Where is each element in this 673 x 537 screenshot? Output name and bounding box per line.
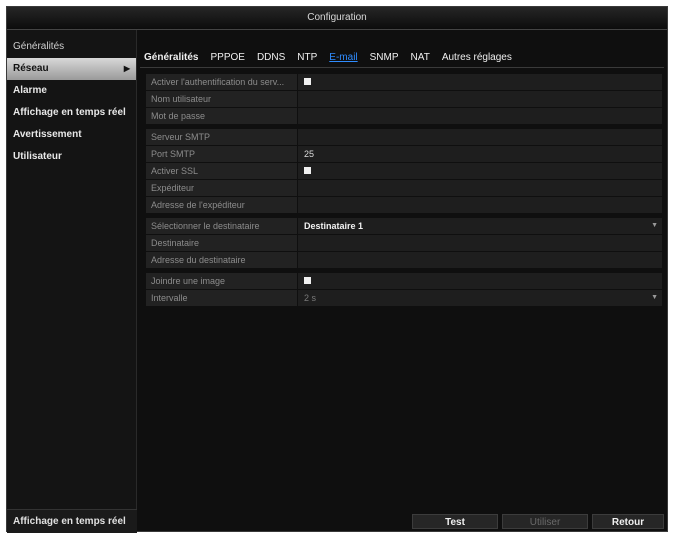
auth-field bbox=[298, 74, 662, 90]
password-label: Mot de passe bbox=[146, 108, 297, 124]
interval-value: 2 s bbox=[304, 293, 317, 303]
tab-pppoe[interactable]: PPPOE bbox=[204, 50, 250, 66]
smtp-port-label: Port SMTP bbox=[146, 146, 297, 162]
row-recipient: Destinataire bbox=[146, 235, 662, 251]
row-attach-image: Joindre une image bbox=[146, 273, 662, 289]
sender-address-label: Adresse de l'expéditeur bbox=[146, 197, 297, 213]
smtp-server-input[interactable] bbox=[298, 129, 662, 145]
tab-generalites[interactable]: Généralités bbox=[142, 50, 204, 66]
sender-label: Expéditeur bbox=[146, 180, 297, 196]
window-title: Configuration bbox=[7, 7, 667, 30]
tab-divider bbox=[140, 67, 664, 68]
row-recipient-address: Adresse du destinataire bbox=[146, 252, 662, 268]
row-smtp-port: Port SMTP 25 bbox=[146, 146, 662, 162]
button-bar: Test Utiliser Retour bbox=[138, 509, 667, 533]
ssl-checkbox[interactable] bbox=[304, 167, 311, 174]
row-sender-address: Adresse de l'expéditeur bbox=[146, 197, 662, 213]
recipient-address-label: Adresse du destinataire bbox=[146, 252, 297, 268]
back-button[interactable]: Retour bbox=[592, 514, 664, 529]
smtp-server-label: Serveur SMTP bbox=[146, 129, 297, 145]
dropdown-arrow-icon: ▼ bbox=[651, 222, 658, 229]
ssl-field bbox=[298, 163, 662, 179]
tab-ntp[interactable]: NTP bbox=[291, 50, 323, 66]
sidebar-item-utilisateur[interactable]: Utilisateur bbox=[7, 146, 136, 168]
password-input[interactable] bbox=[298, 108, 662, 124]
test-button[interactable]: Test bbox=[412, 514, 498, 529]
dropdown-arrow-icon: ▼ bbox=[651, 294, 658, 301]
username-label: Nom utilisateur bbox=[146, 91, 297, 107]
sidebar-item-alarme[interactable]: Alarme bbox=[7, 80, 136, 102]
sender-input[interactable] bbox=[298, 180, 662, 196]
row-auth: Activer l'authentification du serv... bbox=[146, 74, 662, 90]
select-recipient-value: Destinataire 1 bbox=[304, 221, 364, 231]
attach-image-checkbox[interactable] bbox=[304, 277, 311, 284]
sidebar-item-affichage[interactable]: Affichage en temps réel bbox=[7, 102, 136, 124]
configuration-window: Configuration Généralités Réseau ▶ Alarm… bbox=[6, 6, 668, 533]
recipient-label: Destinataire bbox=[146, 235, 297, 251]
main-panel: Généralités PPPOE DDNS NTP E-mail SNMP N… bbox=[138, 30, 667, 533]
row-interval: Intervalle 2 s ▼ bbox=[146, 290, 662, 306]
auth-label: Activer l'authentification du serv... bbox=[146, 74, 297, 90]
row-sender: Expéditeur bbox=[146, 180, 662, 196]
recipient-input[interactable] bbox=[298, 235, 662, 251]
live-view-button[interactable]: Affichage en temps réel bbox=[7, 509, 137, 533]
select-recipient-label: Sélectionner le destinataire bbox=[146, 218, 297, 234]
email-settings-form: Activer l'authentification du serv... No… bbox=[146, 74, 662, 307]
tab-autres-reglages[interactable]: Autres réglages bbox=[436, 50, 518, 66]
sidebar-item-reseau[interactable]: Réseau ▶ bbox=[7, 58, 136, 80]
tab-nat[interactable]: NAT bbox=[405, 50, 436, 66]
attach-image-label: Joindre une image bbox=[146, 273, 297, 289]
select-recipient-dropdown[interactable]: Destinataire 1 ▼ bbox=[298, 218, 662, 234]
row-ssl: Activer SSL bbox=[146, 163, 662, 179]
tab-snmp[interactable]: SNMP bbox=[364, 50, 405, 66]
row-username: Nom utilisateur bbox=[146, 91, 662, 107]
smtp-port-input[interactable]: 25 bbox=[298, 146, 662, 162]
sidebar: Généralités Réseau ▶ Alarme Affichage en… bbox=[7, 30, 137, 533]
username-input[interactable] bbox=[298, 91, 662, 107]
sidebar-item-generalites[interactable]: Généralités bbox=[7, 36, 136, 58]
chevron-right-icon: ▶ bbox=[123, 64, 130, 73]
tab-ddns[interactable]: DDNS bbox=[251, 50, 291, 66]
recipient-address-input[interactable] bbox=[298, 252, 662, 268]
attach-image-field bbox=[298, 273, 662, 289]
sidebar-item-avertissement[interactable]: Avertissement bbox=[7, 124, 136, 146]
interval-dropdown[interactable]: 2 s ▼ bbox=[298, 290, 662, 306]
tab-email[interactable]: E-mail bbox=[323, 50, 363, 66]
row-smtp-server: Serveur SMTP bbox=[146, 129, 662, 145]
sidebar-item-label: Réseau bbox=[13, 63, 49, 74]
tab-bar: Généralités PPPOE DDNS NTP E-mail SNMP N… bbox=[142, 50, 518, 66]
row-password: Mot de passe bbox=[146, 108, 662, 124]
auth-checkbox[interactable] bbox=[304, 78, 311, 85]
ssl-label: Activer SSL bbox=[146, 163, 297, 179]
interval-label: Intervalle bbox=[146, 290, 297, 306]
row-select-recipient: Sélectionner le destinataire Destinatair… bbox=[146, 218, 662, 234]
sender-address-input[interactable] bbox=[298, 197, 662, 213]
apply-button[interactable]: Utiliser bbox=[502, 514, 588, 529]
